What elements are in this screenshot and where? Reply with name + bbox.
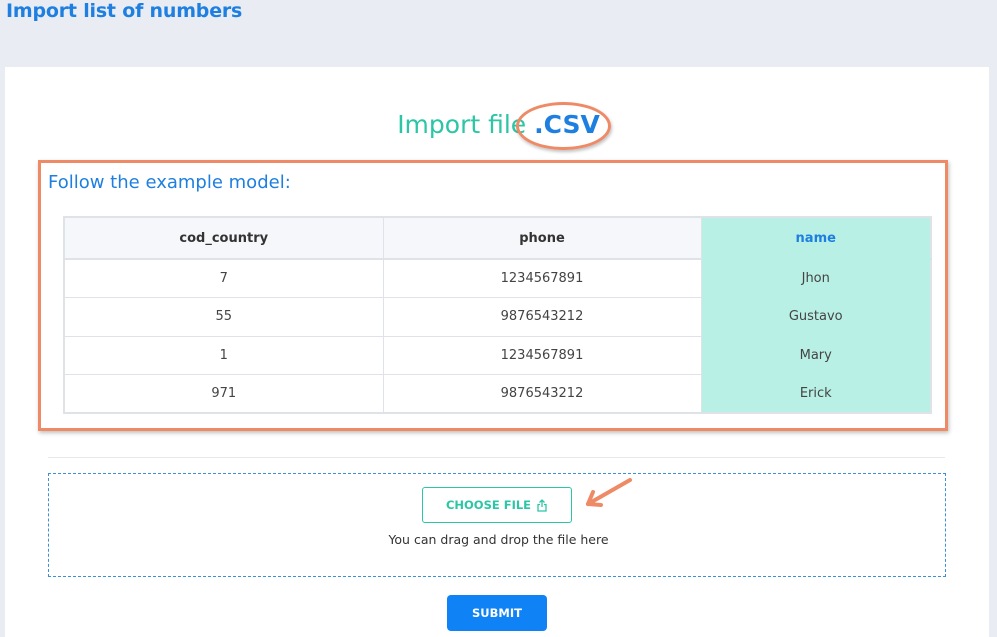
column-header-phone: phone	[382, 216, 702, 260]
choose-file-button[interactable]: CHOOSE FILE	[422, 487, 572, 523]
choose-file-label: CHOOSE FILE	[445, 498, 532, 512]
cell-name: Erick	[700, 374, 932, 414]
table-row: 971 9876543212 Erick	[63, 374, 932, 414]
example-title: Follow the example model:	[48, 172, 291, 193]
cell-name: Jhon	[700, 258, 932, 298]
section-divider	[48, 457, 945, 458]
cell-phone: 1234567891	[382, 258, 702, 298]
table-row: 55 9876543212 Gustavo	[63, 297, 932, 337]
cell-cod-country: 1	[63, 335, 384, 375]
cell-cod-country: 55	[63, 297, 384, 337]
cell-phone: 1234567891	[382, 335, 702, 375]
cell-phone: 9876543212	[382, 297, 702, 337]
cell-cod-country: 7	[63, 258, 384, 298]
drag-drop-hint: You can drag and drop the file here	[388, 532, 609, 547]
table-row: 7 1234567891 Jhon	[63, 258, 932, 298]
example-table: cod_country phone name 7 1234567891 Jhon…	[63, 216, 932, 414]
table-header-row: cod_country phone name	[63, 216, 932, 260]
import-heading: Import file .CSV	[0, 110, 997, 139]
column-header-name: name	[700, 216, 932, 260]
cell-cod-country: 971	[63, 374, 384, 414]
page-title: Import list of numbers	[6, 0, 243, 22]
submit-button[interactable]: SUBMIT	[447, 595, 547, 631]
column-header-cod-country: cod_country	[63, 216, 384, 260]
table-row: 1 1234567891 Mary	[63, 335, 932, 375]
annotation-arrow-icon	[586, 478, 632, 507]
upload-icon	[537, 498, 547, 512]
cell-name: Gustavo	[700, 297, 932, 337]
import-heading-prefix: Import file	[397, 110, 535, 139]
cell-phone: 9876543212	[382, 374, 702, 414]
csv-highlight-circle	[516, 102, 611, 150]
cell-name: Mary	[700, 335, 932, 375]
